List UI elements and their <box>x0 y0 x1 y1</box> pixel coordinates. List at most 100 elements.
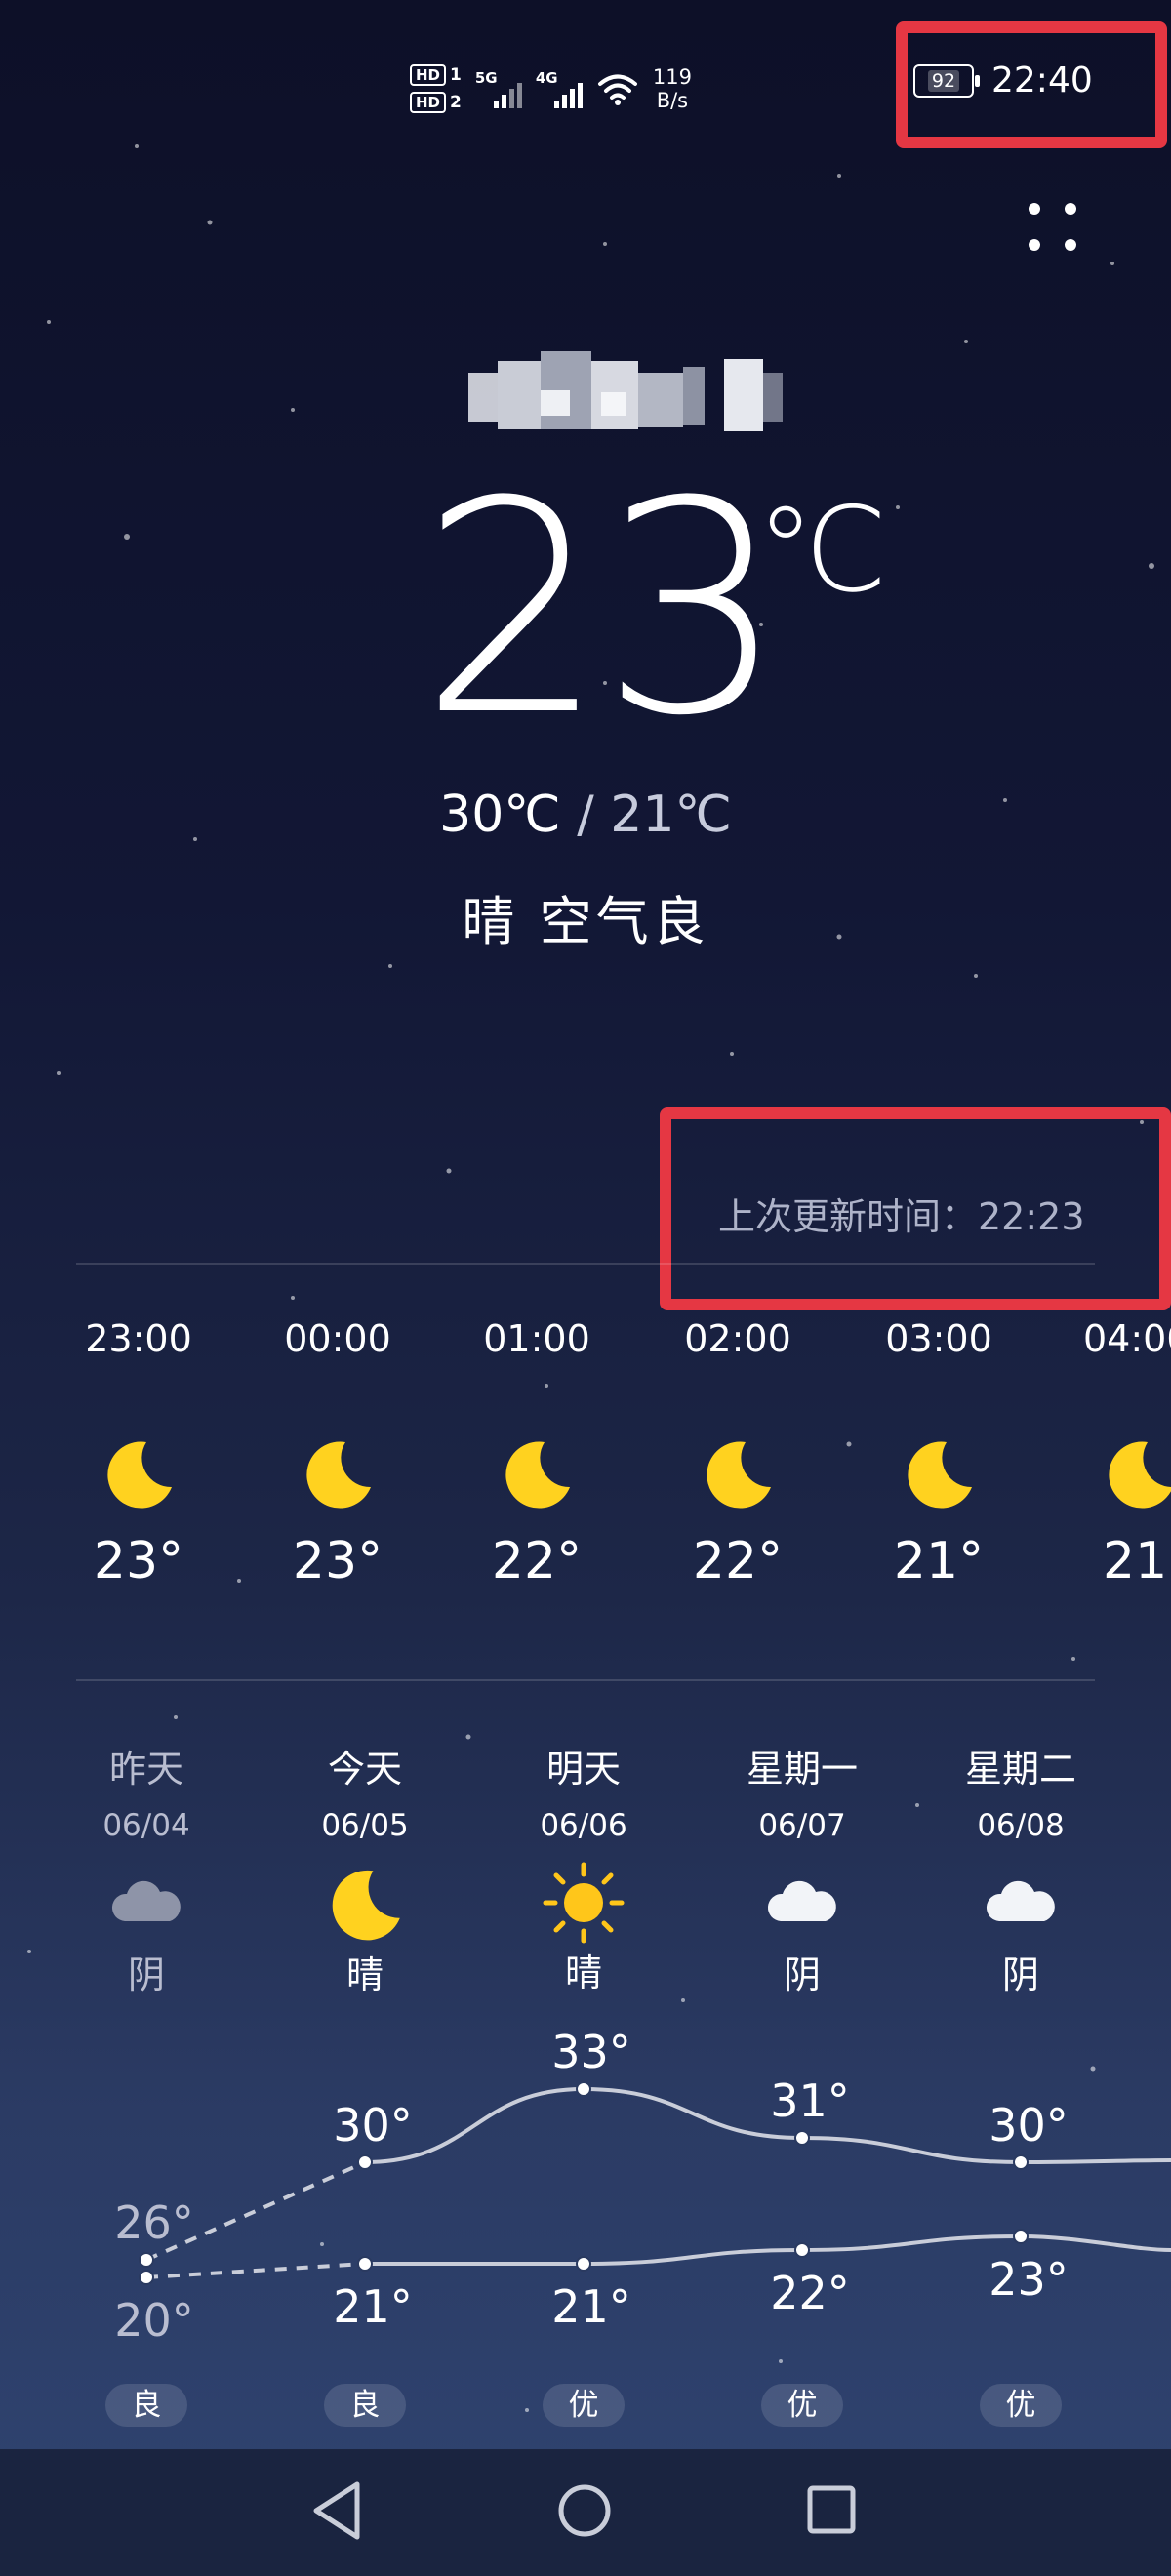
wifi-icon <box>597 74 637 105</box>
day-column: 星期一 06/07 阴 <box>714 1739 890 1998</box>
hour-temp: 22° <box>692 1532 784 1590</box>
moon-icon <box>306 1441 371 1509</box>
recent-apps-icon[interactable] <box>806 2484 857 2535</box>
low-trend-dashed <box>145 2262 366 2279</box>
hour-temp: 21° <box>1103 1532 1171 1590</box>
day-name: 星期二 <box>964 1748 1076 1791</box>
more-options-icon[interactable] <box>1025 199 1083 258</box>
low-point <box>576 2256 591 2272</box>
signal-5g-icon: 5G <box>475 67 522 110</box>
hour-temp: 21° <box>893 1532 985 1590</box>
current-temperature: 23 ℃ <box>420 463 888 776</box>
low-point <box>794 2242 810 2258</box>
cloud-icon <box>111 1880 181 1921</box>
low-temp-label: 22° <box>770 2267 850 2319</box>
hd1-badge: HD <box>410 64 447 86</box>
hour-time: 04:00 <box>1083 1317 1171 1360</box>
high-point <box>357 2154 373 2170</box>
high-temp-label: 26° <box>114 2196 194 2249</box>
hd2-badge: HD <box>410 92 447 113</box>
day-condition: 晴 <box>345 1953 384 1996</box>
high-temp-label: 30° <box>989 2099 1069 2152</box>
day-condition: 阴 <box>127 1953 165 1996</box>
hour-temp: 23° <box>93 1532 184 1590</box>
hour-time: 02:00 <box>684 1317 791 1360</box>
day-date: 06/07 <box>758 1808 846 1843</box>
low-temp-label: 21° <box>551 2280 631 2333</box>
signal-4g-icon: 4G <box>536 67 583 110</box>
moon-icon <box>332 1870 400 1941</box>
hd2-number: 2 <box>450 93 462 112</box>
today-high: 30℃ <box>439 785 561 844</box>
day-name: 今天 <box>327 1748 402 1791</box>
back-icon[interactable] <box>310 2480 363 2541</box>
day-date: 06/08 <box>977 1808 1065 1843</box>
high-temp-label: 30° <box>333 2099 413 2152</box>
today-low: 21℃ <box>610 785 732 844</box>
cloud-icon <box>986 1880 1055 1921</box>
aqi-badge: 优 <box>761 2384 843 2427</box>
high-point <box>576 2081 591 2097</box>
low-temp-label: 21° <box>333 2280 413 2333</box>
moon-icon <box>107 1441 172 1509</box>
hourly-item: 03:00 21° <box>861 1317 1017 1590</box>
aqi-badge: 优 <box>980 2384 1062 2427</box>
day-name: 星期一 <box>746 1748 858 1791</box>
navigation-bar <box>0 2449 1171 2576</box>
day-date: 06/05 <box>321 1808 409 1843</box>
hd1-number: 1 <box>450 65 462 85</box>
moon-icon <box>908 1441 972 1509</box>
hour-time: 23:00 <box>85 1317 192 1360</box>
low-temp-label: 23° <box>989 2253 1069 2306</box>
day-name: 昨天 <box>108 1748 183 1791</box>
day-column: 今天 06/05 晴 <box>277 1739 453 1998</box>
day-column: 昨天 06/04 阴 <box>59 1739 234 1998</box>
moon-icon <box>707 1441 771 1509</box>
high-point <box>1013 2154 1029 2170</box>
network-speed-value: 119 <box>652 65 692 89</box>
low-point <box>139 2270 154 2285</box>
hour-temp: 23° <box>292 1532 384 1590</box>
battery-level: 92 <box>927 69 960 92</box>
battery-icon: 92 <box>913 63 980 98</box>
day-date: 06/06 <box>540 1808 627 1843</box>
low-point <box>1013 2229 1029 2244</box>
hd-indicators: HD 1 HD 2 <box>410 64 462 113</box>
hour-time: 00:00 <box>284 1317 391 1360</box>
high-low-separator: / <box>560 785 611 844</box>
day-column: 明天 06/06 晴 <box>496 1739 671 1996</box>
aqi-badge: 良 <box>324 2384 406 2427</box>
low-point <box>357 2256 373 2272</box>
day-column: 星期二 06/08 阴 <box>933 1739 1109 1998</box>
last-update-time: 上次更新时间：22:23 <box>718 1195 1085 1238</box>
high-point <box>139 2252 154 2268</box>
high-temp-label: 31° <box>770 2074 850 2127</box>
aqi-badge: 优 <box>543 2384 625 2427</box>
hourly-item: 02:00 22° <box>660 1317 816 1590</box>
aqi-badge: 良 <box>105 2384 187 2427</box>
high-low-temp: 30℃ / 21℃ <box>0 785 1171 844</box>
high-temp-label: 33° <box>551 2026 631 2078</box>
hourly-item: 00:00 23° <box>260 1317 416 1590</box>
location-name-blurred[interactable] <box>468 351 820 441</box>
hourly-item: 23:00 23° <box>61 1317 217 1590</box>
hour-time: 01:00 <box>483 1317 590 1360</box>
hourly-item: 01:00 22° <box>459 1317 615 1590</box>
status-bar-indicators: HD 1 HD 2 5G 4G 119 B/s <box>410 55 692 123</box>
current-temp-unit: ℃ <box>756 483 888 619</box>
home-icon[interactable] <box>556 2482 613 2539</box>
hourly-item-partial: 04:00 21° <box>1083 1317 1171 1639</box>
status-clock: 22:40 <box>991 60 1093 101</box>
network-speed: 119 B/s <box>653 65 692 112</box>
day-condition: 阴 <box>1001 1953 1039 1996</box>
status-bar-right: 92 22:40 <box>913 60 1093 101</box>
high-point <box>794 2130 810 2146</box>
current-temp-value: 23 <box>420 439 787 780</box>
sun-icon <box>543 1862 625 1944</box>
network-speed-unit: B/s <box>656 89 689 112</box>
low-temp-label: 20° <box>114 2294 194 2347</box>
weather-condition: 晴 空气良 <box>462 891 709 952</box>
day-condition: 阴 <box>783 1953 821 1996</box>
moon-icon <box>1109 1441 1171 1509</box>
divider-top <box>76 1263 1095 1265</box>
